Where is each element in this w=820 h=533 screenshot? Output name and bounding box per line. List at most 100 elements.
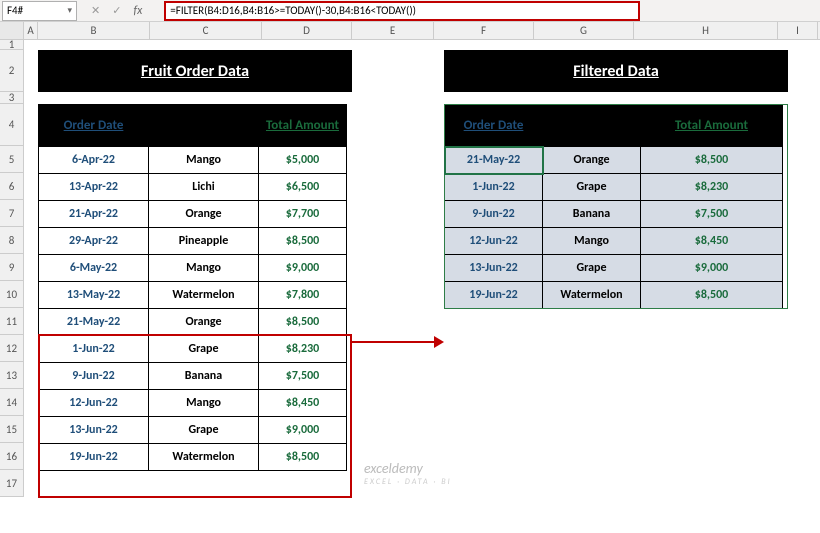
row-header[interactable]: 15 <box>0 416 24 443</box>
cell-date[interactable]: 19-Jun-22 <box>39 444 149 471</box>
col-header-d[interactable]: D <box>262 22 352 39</box>
cell-date[interactable]: 13-Jun-22 <box>39 417 149 444</box>
col-header-c[interactable]: C <box>150 22 262 39</box>
left-title[interactable]: Fruit Order Data <box>38 50 352 92</box>
cell-amount[interactable]: $8,500 <box>641 282 783 309</box>
cell-fruit[interactable]: Orange <box>149 201 259 228</box>
cell-fruit[interactable]: Banana <box>149 363 259 390</box>
cell-fruit[interactable]: Grape <box>149 417 259 444</box>
cell-date[interactable]: 9-Jun-22 <box>445 201 543 228</box>
cell-amount[interactable]: $8,450 <box>641 228 783 255</box>
cell-amount[interactable]: $8,500 <box>259 444 347 471</box>
cell-fruit[interactable]: Orange <box>149 309 259 336</box>
cell-amount[interactable]: $7,800 <box>259 282 347 309</box>
cell-fruit[interactable]: Banana <box>543 201 641 228</box>
cell-fruit[interactable]: Watermelon <box>543 282 641 309</box>
row-header[interactable]: 1 <box>0 40 24 50</box>
header-fruit[interactable]: Fruit <box>149 105 259 147</box>
cell-amount[interactable]: $8,500 <box>641 147 783 174</box>
cell-amount[interactable]: $8,230 <box>641 174 783 201</box>
cell-fruit[interactable]: Orange <box>543 147 641 174</box>
name-box-dropdown-icon[interactable]: ▾ <box>67 5 72 16</box>
watermark-sub: EXCEL · DATA · BI <box>364 477 452 487</box>
cell-amount[interactable]: $7,500 <box>641 201 783 228</box>
row-header[interactable]: 3 <box>0 92 24 104</box>
cell-date[interactable]: 29-Apr-22 <box>39 228 149 255</box>
right-title[interactable]: Filtered Data <box>444 50 788 92</box>
cell-amount[interactable]: $7,700 <box>259 201 347 228</box>
cell-date[interactable]: 13-Apr-22 <box>39 174 149 201</box>
cell-date[interactable]: 21-May-22 <box>445 147 543 174</box>
cell-fruit[interactable]: Mango <box>149 255 259 282</box>
row-header[interactable]: 7 <box>0 200 24 227</box>
col-header-e[interactable]: E <box>352 22 434 39</box>
grid-area: 1 2 3 4 5 6 7 8 9 10 11 12 13 14 15 16 1… <box>0 40 820 532</box>
cell-amount[interactable]: $8,230 <box>259 336 347 363</box>
header-order-date[interactable]: Order Date <box>445 105 543 147</box>
row-header[interactable]: 17 <box>0 470 24 497</box>
cell-fruit[interactable]: Grape <box>543 174 641 201</box>
header-amount[interactable]: Total Amount <box>641 105 783 147</box>
cell-fruit[interactable]: Lichi <box>149 174 259 201</box>
cell-fruit[interactable]: Watermelon <box>149 444 259 471</box>
cell-amount[interactable]: $8,500 <box>259 228 347 255</box>
select-all-corner[interactable] <box>0 22 24 39</box>
header-fruit[interactable]: Fruit <box>543 105 641 147</box>
header-order-date[interactable]: Order Date <box>39 105 149 147</box>
cell-fruit[interactable]: Pineapple <box>149 228 259 255</box>
cell-amount[interactable]: $8,450 <box>259 390 347 417</box>
cell-date[interactable]: 1-Jun-22 <box>39 336 149 363</box>
cell-fruit[interactable]: Grape <box>149 336 259 363</box>
header-amount[interactable]: Total Amount <box>259 105 347 147</box>
col-header-i[interactable]: I <box>778 22 818 39</box>
cell-fruit[interactable]: Watermelon <box>149 282 259 309</box>
cell-fruit[interactable]: Mango <box>149 390 259 417</box>
row-header[interactable]: 9 <box>0 254 24 281</box>
cell-amount[interactable]: $9,000 <box>259 417 347 444</box>
col-header-h[interactable]: H <box>634 22 778 39</box>
row-header[interactable]: 2 <box>0 50 24 92</box>
cell-amount[interactable]: $7,500 <box>259 363 347 390</box>
row-header[interactable]: 8 <box>0 227 24 254</box>
row-header[interactable]: 6 <box>0 173 24 200</box>
formula-row: F4# ▾ ✕ ✓ fx =FILTER(B4:D16,B4:B16>=TODA… <box>0 0 820 22</box>
cell-fruit[interactable]: Grape <box>543 255 641 282</box>
cell-date[interactable]: 9-Jun-22 <box>39 363 149 390</box>
cell-date[interactable]: 1-Jun-22 <box>445 174 543 201</box>
row-header[interactable]: 16 <box>0 443 24 470</box>
enter-icon[interactable]: ✓ <box>112 4 121 17</box>
cell-date[interactable]: 6-May-22 <box>39 255 149 282</box>
arrow-icon <box>352 336 444 348</box>
row-header[interactable]: 13 <box>0 362 24 389</box>
cell-fruit[interactable]: Mango <box>149 147 259 174</box>
col-header-a[interactable]: A <box>24 22 38 39</box>
cell-fruit[interactable]: Mango <box>543 228 641 255</box>
cell-amount[interactable]: $5,000 <box>259 147 347 174</box>
row-header[interactable]: 5 <box>0 146 24 173</box>
cell-date[interactable]: 12-Jun-22 <box>445 228 543 255</box>
row-header[interactable]: 11 <box>0 308 24 335</box>
cell-date[interactable]: 13-Jun-22 <box>445 255 543 282</box>
cell-date[interactable]: 19-Jun-22 <box>445 282 543 309</box>
cell-amount[interactable]: $8,500 <box>259 309 347 336</box>
fx-icon[interactable]: fx <box>133 4 150 18</box>
cell-date[interactable]: 21-May-22 <box>39 309 149 336</box>
cell-amount[interactable]: $9,000 <box>259 255 347 282</box>
col-header-g[interactable]: G <box>534 22 634 39</box>
row-header[interactable]: 12 <box>0 335 24 362</box>
cell-amount[interactable]: $9,000 <box>641 255 783 282</box>
cell-date[interactable]: 21-Apr-22 <box>39 201 149 228</box>
cell-date[interactable]: 12-Jun-22 <box>39 390 149 417</box>
col-header-b[interactable]: B <box>38 22 150 39</box>
cancel-icon[interactable]: ✕ <box>91 4 100 17</box>
name-box[interactable]: F4# ▾ <box>2 1 77 21</box>
cell-amount[interactable]: $6,500 <box>259 174 347 201</box>
col-header-f[interactable]: F <box>434 22 534 39</box>
table-row: 6-Apr-22Mango$5,000 <box>39 147 347 174</box>
row-header[interactable]: 10 <box>0 281 24 308</box>
formula-bar[interactable]: =FILTER(B4:D16,B4:B16>=TODAY()-30,B4:B16… <box>164 1 640 21</box>
cell-date[interactable]: 13-May-22 <box>39 282 149 309</box>
cell-date[interactable]: 6-Apr-22 <box>39 147 149 174</box>
row-header[interactable]: 14 <box>0 389 24 416</box>
row-header[interactable]: 4 <box>0 104 24 146</box>
